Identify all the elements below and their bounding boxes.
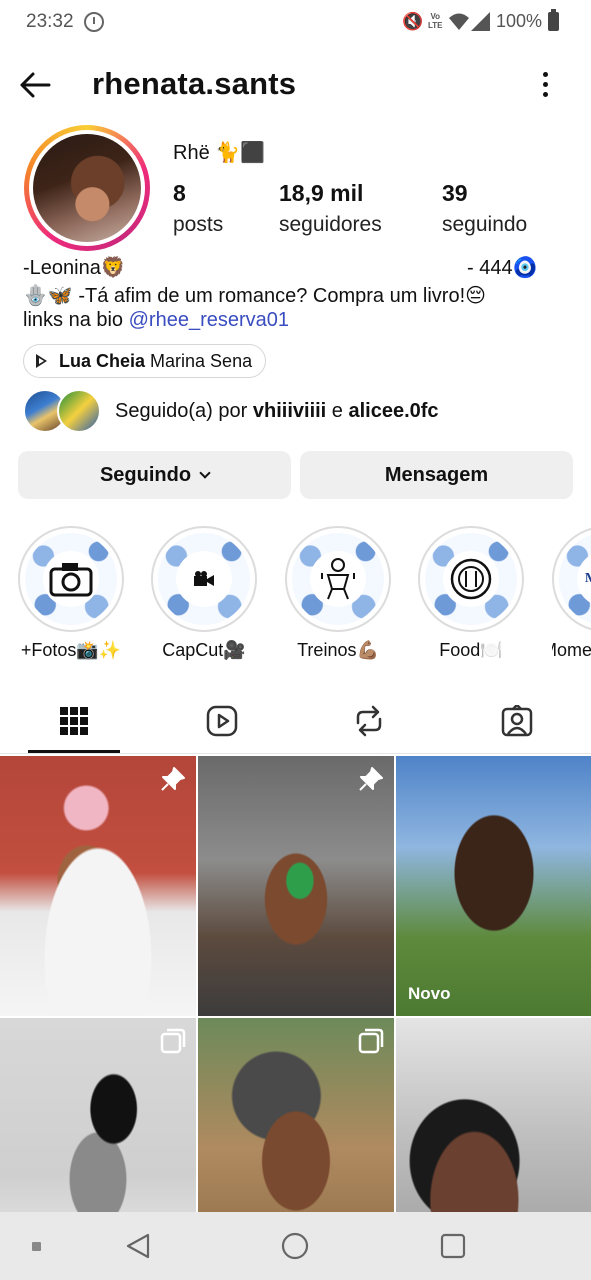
- wifi-icon: [449, 13, 469, 30]
- carousel-icon: [160, 1028, 186, 1054]
- stat-label: seguidores: [279, 213, 382, 236]
- pin-icon: [161, 767, 185, 791]
- reels-icon: [206, 705, 238, 737]
- followed-by-text: Seguido(a) por vhiiiviiii e alicee.0fc: [115, 399, 439, 422]
- pin-icon: [359, 767, 383, 791]
- recents-nav-icon[interactable]: [439, 1232, 467, 1260]
- bio-line-3: links na bio @rhee_reserva01: [23, 309, 289, 332]
- profile-music-chip[interactable]: Lua Cheia Marina Sena: [23, 344, 267, 378]
- chevron-down-icon: [199, 466, 211, 479]
- reposts-icon: [356, 705, 382, 737]
- carousel-icon: [358, 1028, 384, 1054]
- avatar[interactable]: [24, 125, 150, 251]
- bio-mention-link[interactable]: @rhee_reserva01: [129, 309, 289, 331]
- stat-following[interactable]: 39 seguindo: [442, 180, 527, 237]
- highlight-label: CapCut🎥: [162, 640, 246, 660]
- tab-reels[interactable]: [176, 690, 268, 752]
- followed-by[interactable]: Seguido(a) por vhiiiviiii e alicee.0fc: [23, 389, 439, 433]
- post-thumbnail[interactable]: [0, 756, 196, 1016]
- music-song: Lua Cheia: [59, 350, 146, 371]
- stat-value: 8: [173, 180, 186, 206]
- status-bar: 23:32 🔇 Vo LTE 100%: [0, 0, 591, 44]
- battery-icon: [548, 9, 559, 31]
- camera-icon: [49, 563, 93, 597]
- highlight-label: Food🍽️: [439, 640, 503, 660]
- post-thumbnail[interactable]: [198, 756, 394, 1016]
- video-camera-icon: [194, 571, 214, 586]
- workout-icon: [321, 558, 355, 600]
- bio-line-2: 🪬🦋 -Tá afim de um romance? Compra um liv…: [23, 285, 486, 307]
- grid-icon: [60, 707, 88, 735]
- mute-icon: 🔇: [402, 12, 424, 31]
- stat-followers[interactable]: 18,9 mil seguidores: [279, 180, 382, 237]
- status-time: 23:32: [26, 11, 74, 32]
- bio-line-1-right: - 444🧿: [467, 257, 538, 279]
- highlight-label: Mome: [552, 640, 591, 660]
- highlight-treinos[interactable]: Treinos💪🏽: [285, 526, 391, 661]
- following-button-label: Seguindo: [99, 463, 192, 486]
- stat-label: posts: [173, 213, 224, 236]
- follower-avatar: [57, 389, 101, 433]
- highlight-capcut[interactable]: CapCut🎥: [151, 526, 257, 661]
- message-button[interactable]: Mensagem: [300, 451, 573, 499]
- more-options-icon[interactable]: [536, 70, 554, 100]
- signal-icon: [471, 12, 490, 31]
- tab-reposts[interactable]: [323, 690, 415, 752]
- message-button-label: Mensagem: [384, 463, 489, 486]
- tab-tagged[interactable]: [471, 690, 563, 752]
- menu-dot-icon[interactable]: [32, 1242, 41, 1251]
- new-label: Novo: [408, 984, 451, 1003]
- avatar-image: [33, 134, 141, 242]
- moments-cover-text: Mo: [585, 571, 591, 587]
- stat-value: 18,9 mil: [279, 180, 364, 206]
- android-nav-bar: [0, 1212, 591, 1280]
- page-title: rhenata.sants: [92, 66, 297, 101]
- battery-percent: 100%: [496, 11, 543, 31]
- bio-links-prefix: links na bio: [23, 309, 129, 331]
- stat-posts[interactable]: 8 posts: [173, 180, 223, 237]
- back-arrow-icon[interactable]: [18, 68, 52, 102]
- tagged-icon: [501, 705, 533, 737]
- alarm-clock-icon: [84, 12, 104, 32]
- stat-value: 39: [442, 180, 468, 206]
- stat-label: seguindo: [442, 213, 528, 236]
- post-thumbnail[interactable]: Novo: [396, 756, 591, 1016]
- bio-line-1-left: -Leonina🦁: [23, 257, 126, 279]
- highlight-momentos[interactable]: Mo Mome: [552, 526, 591, 661]
- highlight-food[interactable]: Food🍽️: [418, 526, 524, 661]
- highlight-label: Treinos💪🏽: [297, 640, 379, 660]
- profile-tabs: [0, 690, 591, 754]
- profile-header: rhenata.sants: [0, 62, 591, 108]
- back-nav-icon[interactable]: [124, 1232, 152, 1260]
- highlight-fotos[interactable]: +Fotos📸✨: [18, 526, 124, 661]
- home-nav-icon[interactable]: [281, 1232, 309, 1260]
- following-button[interactable]: Seguindo: [18, 451, 291, 499]
- volte-icon: Vo LTE: [428, 12, 443, 30]
- plate-icon: [450, 558, 492, 600]
- display-name: Rhë 🐈⬛: [173, 142, 266, 164]
- music-artist: Marina Sena: [150, 350, 253, 371]
- tab-posts-grid[interactable]: [28, 690, 120, 753]
- highlight-label: +Fotos📸✨: [20, 640, 122, 660]
